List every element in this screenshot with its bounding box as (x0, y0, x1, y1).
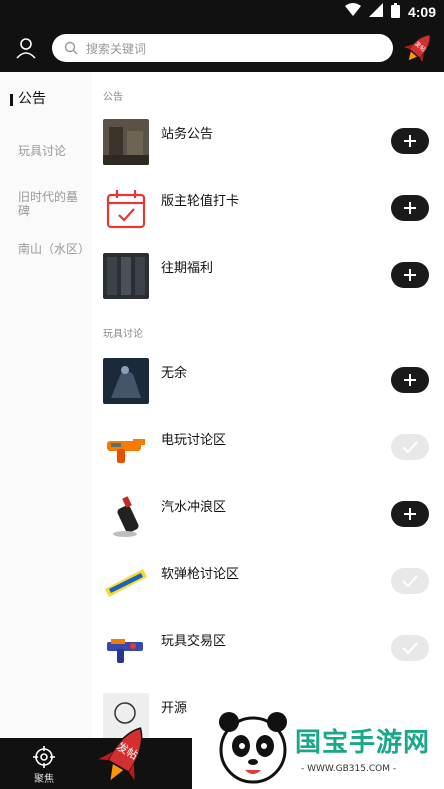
plus-icon (404, 135, 416, 147)
sidebar-item-nanshan-water[interactable]: 南山（水区） (18, 242, 90, 256)
follow-button[interactable] (391, 128, 429, 154)
sidebar-item-old-era-tombstone[interactable]: 旧时代的墓碑 (18, 190, 86, 218)
followed-button[interactable] (391, 635, 429, 661)
search-icon (62, 39, 80, 57)
follow-button[interactable] (391, 501, 429, 527)
forum-name: 电玩讨论区 (161, 433, 227, 448)
plus-icon (404, 269, 416, 281)
search-input[interactable]: 搜索关键词 (52, 34, 393, 62)
plus-icon (404, 374, 416, 386)
wifi-icon (344, 3, 361, 21)
forum-thumbnail (103, 253, 149, 299)
toy-blaster-icon (103, 425, 149, 471)
plus-icon (404, 202, 416, 214)
tab-focus[interactable]: 聚焦 (20, 746, 68, 785)
category-sidebar: 公告 玩具讨论 旧时代的墓碑 南山（水区） (0, 72, 92, 738)
bottom-nav: 聚焦 (0, 738, 192, 789)
list-item[interactable]: 软弹枪讨论区 (92, 559, 444, 625)
status-bar: 4:09 (0, 0, 444, 24)
tab-focus-label: 聚焦 (34, 774, 54, 785)
list-item[interactable]: 往期福利 (92, 253, 444, 319)
toy-blaster-icon (103, 626, 149, 672)
check-icon (402, 575, 418, 587)
forum-name: 汽水冲浪区 (161, 500, 227, 515)
active-indicator (10, 94, 13, 106)
watermark-title: 国宝手游网 (295, 728, 431, 758)
soda-bottle-icon (103, 492, 149, 538)
forum-name: 无余 (161, 366, 188, 381)
search-placeholder: 搜索关键词 (86, 41, 147, 56)
list-item[interactable]: 汽水冲浪区 (92, 492, 444, 558)
list-item[interactable]: 站务公告 (92, 119, 444, 185)
followed-button[interactable] (391, 568, 429, 594)
battery-icon (390, 2, 400, 22)
forum-thumbnail (103, 358, 149, 404)
plus-icon (404, 508, 416, 520)
check-icon (402, 441, 418, 453)
list-item[interactable]: 玩具交易区 (92, 626, 444, 692)
watermark-url: - WWW.GB315.COM - (301, 764, 397, 774)
sidebar-item-announcement[interactable]: 公告 (18, 92, 86, 106)
section-label-toy-discussion: 玩具讨论 (103, 329, 143, 340)
list-item[interactable]: 无余 (92, 358, 444, 424)
follow-button[interactable] (391, 367, 429, 393)
forum-thumbnail (103, 119, 149, 165)
follow-button[interactable] (391, 262, 429, 288)
section-label-announcement: 公告 (103, 92, 123, 103)
watermark: 国宝手游网 - WWW.GB315.COM - (205, 700, 444, 789)
follow-button[interactable] (391, 195, 429, 221)
forum-list: 公告 站务公告 版主轮值打卡 往期福利 玩具讨论 无余 电玩讨论区 汽水冲浪区 … (92, 72, 444, 739)
clock: 4:09 (407, 4, 436, 20)
post-rocket-icon[interactable]: 发帖 (399, 26, 439, 70)
list-item[interactable]: 版主轮值打卡 (92, 186, 444, 252)
forum-name: 站务公告 (161, 127, 214, 142)
list-item[interactable]: 电玩讨论区 (92, 425, 444, 491)
forum-name: 玩具交易区 (161, 634, 227, 649)
post-button[interactable]: 发帖 (97, 722, 153, 788)
sidebar-item-toy-discussion[interactable]: 玩具讨论 (18, 144, 86, 158)
top-bar: 搜索关键词 发帖 (0, 24, 444, 72)
forum-name: 版主轮值打卡 (161, 194, 240, 209)
target-icon (33, 746, 55, 768)
signal-icon (368, 3, 383, 21)
followed-button[interactable] (391, 434, 429, 460)
calendar-check-icon (103, 186, 149, 232)
nerf-logo-icon (103, 559, 149, 605)
forum-name: 开源 (161, 701, 188, 716)
user-profile-icon[interactable] (4, 26, 48, 70)
forum-name: 往期福利 (161, 261, 214, 276)
check-icon (402, 642, 418, 654)
forum-name: 软弹枪讨论区 (161, 567, 240, 582)
panda-logo-icon (219, 712, 287, 784)
